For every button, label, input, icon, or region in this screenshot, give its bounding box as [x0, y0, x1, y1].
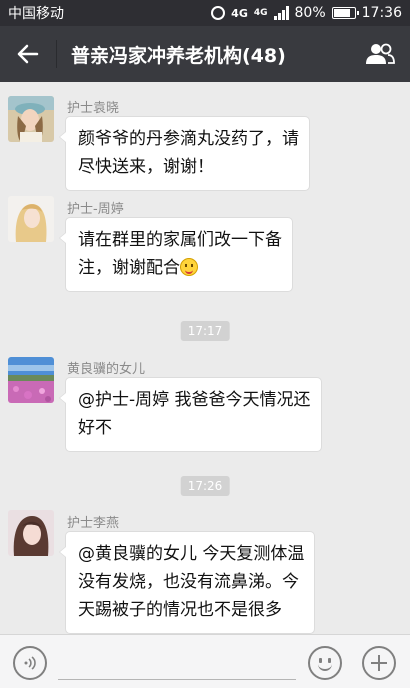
avatar-girl-hat-icon: [8, 96, 54, 142]
message-text-line: @黄良骥的女儿 今天复测体温: [78, 544, 305, 564]
timestamp-chip: 17:26: [180, 476, 230, 496]
back-arrow-icon: [17, 44, 39, 64]
chat-message-list[interactable]: 护士袁晓 颜爷爷的丹参滴丸没药了，请 尽快送来，谢谢！ 护士-周婷 请在群里的家…: [0, 82, 410, 634]
battery-icon: [331, 7, 359, 19]
status-bar: 中国移动 4G 4G 80% 17:36: [0, 0, 410, 26]
message-bubble[interactable]: 请在群里的家属们改一下备 注，谢谢配合: [59, 217, 293, 292]
group-members-button[interactable]: [350, 26, 410, 82]
smiley-icon: [180, 258, 198, 276]
chat-title: 普亲冯家冲养老机构(48): [71, 44, 286, 67]
network-type-label-2: 4G: [253, 8, 268, 18]
message-text-line: @护士-周婷 我爸爸今天情况还: [78, 390, 311, 410]
message-text-line: 天踢被子的情况也不是很多: [78, 600, 282, 620]
avatar-girl-portrait-icon: [8, 510, 54, 556]
sender-name: 护士袁晓: [67, 101, 120, 116]
input-bar: [0, 634, 410, 688]
header-divider: [56, 40, 57, 68]
carrier-label: 中国移动: [8, 6, 64, 22]
avatar-girl-blonde-icon: [8, 196, 54, 242]
alarm-icon: [211, 6, 226, 20]
group-members-icon: [366, 43, 395, 64]
emoji-button[interactable]: [308, 646, 342, 680]
sender-name: 黄良骥的女儿: [67, 362, 146, 377]
message-bubble[interactable]: @护士-周婷 我爸爸今天情况还 好不: [59, 377, 322, 452]
more-button[interactable]: [362, 646, 396, 680]
message-text-line: 颜爷爷的丹参滴丸没药了，请: [78, 129, 299, 149]
sender-name: 护士-周婷: [67, 202, 124, 217]
chat-header: 普亲冯家冲养老机构(48): [0, 26, 410, 82]
timestamp-chip: 17:17: [180, 321, 230, 341]
message-text-line: 请在群里的家属们改一下备: [78, 230, 282, 250]
message-text-line: 注，谢谢配合: [78, 258, 180, 278]
avatar-flower-field-icon: [8, 357, 54, 403]
message-bubble[interactable]: 颜爷爷的丹参滴丸没药了，请 尽快送来，谢谢！: [59, 116, 310, 191]
message-input[interactable]: [58, 679, 296, 680]
clock: 17:36: [361, 5, 402, 21]
sender-avatar[interactable]: [8, 196, 54, 242]
signal-icon: [273, 6, 289, 20]
sender-avatar[interactable]: [8, 96, 54, 142]
message-bubble[interactable]: @黄良骥的女儿 今天复测体温 没有发烧，也没有流鼻涕。今 天踢被子的情况也不是很…: [58, 531, 316, 634]
voice-button[interactable]: [13, 646, 47, 680]
network-type-label: 4G: [231, 6, 248, 20]
battery-percent: 80%: [294, 5, 326, 21]
message-text-line: 好不: [78, 418, 112, 438]
back-button[interactable]: [0, 26, 56, 82]
message-text-line: 没有发烧，也没有流鼻涕。今: [78, 572, 299, 592]
voice-icon: [24, 656, 36, 670]
message-text-line-wrap: 注，谢谢配合: [78, 254, 282, 282]
sender-name: 护士李燕: [67, 516, 120, 531]
sender-avatar[interactable]: [8, 510, 54, 556]
sender-avatar[interactable]: [8, 357, 54, 403]
message-text-line: 尽快送来，谢谢！: [78, 157, 214, 177]
